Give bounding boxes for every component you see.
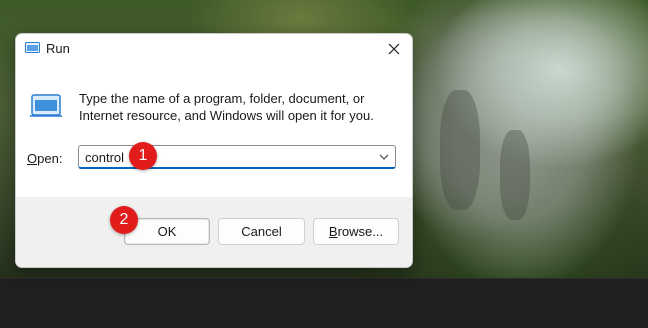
- taskbar: [0, 278, 648, 328]
- open-label-text: pen:: [37, 151, 63, 166]
- open-combobox[interactable]: control: [78, 145, 396, 169]
- cancel-button[interactable]: Cancel: [218, 218, 305, 245]
- open-label-accelerator: O: [27, 151, 38, 166]
- dialog-footer: OK Cancel Browse...: [16, 197, 412, 267]
- run-dialog: Run Type the name of a program, folder, …: [15, 33, 413, 268]
- browse-button[interactable]: Browse...: [313, 218, 399, 245]
- wallpaper-detail: [500, 130, 530, 220]
- browse-accelerator: B: [328, 224, 338, 239]
- wallpaper-detail: [440, 90, 480, 210]
- browse-label: rowse...: [337, 224, 384, 239]
- step-marker-2: 2: [110, 206, 138, 234]
- title-bar[interactable]: Run: [16, 34, 412, 64]
- dialog-description: Type the name of a program, folder, docu…: [79, 91, 374, 123]
- run-program-icon: [30, 94, 62, 117]
- open-input[interactable]: control: [85, 150, 124, 165]
- open-label: Open:: [27, 151, 62, 166]
- dialog-title: Run: [46, 41, 70, 56]
- run-icon: [25, 42, 40, 53]
- step-marker-1: 1: [129, 142, 157, 170]
- close-icon: [388, 43, 400, 55]
- close-button[interactable]: [382, 37, 406, 61]
- chevron-down-icon[interactable]: [377, 150, 391, 164]
